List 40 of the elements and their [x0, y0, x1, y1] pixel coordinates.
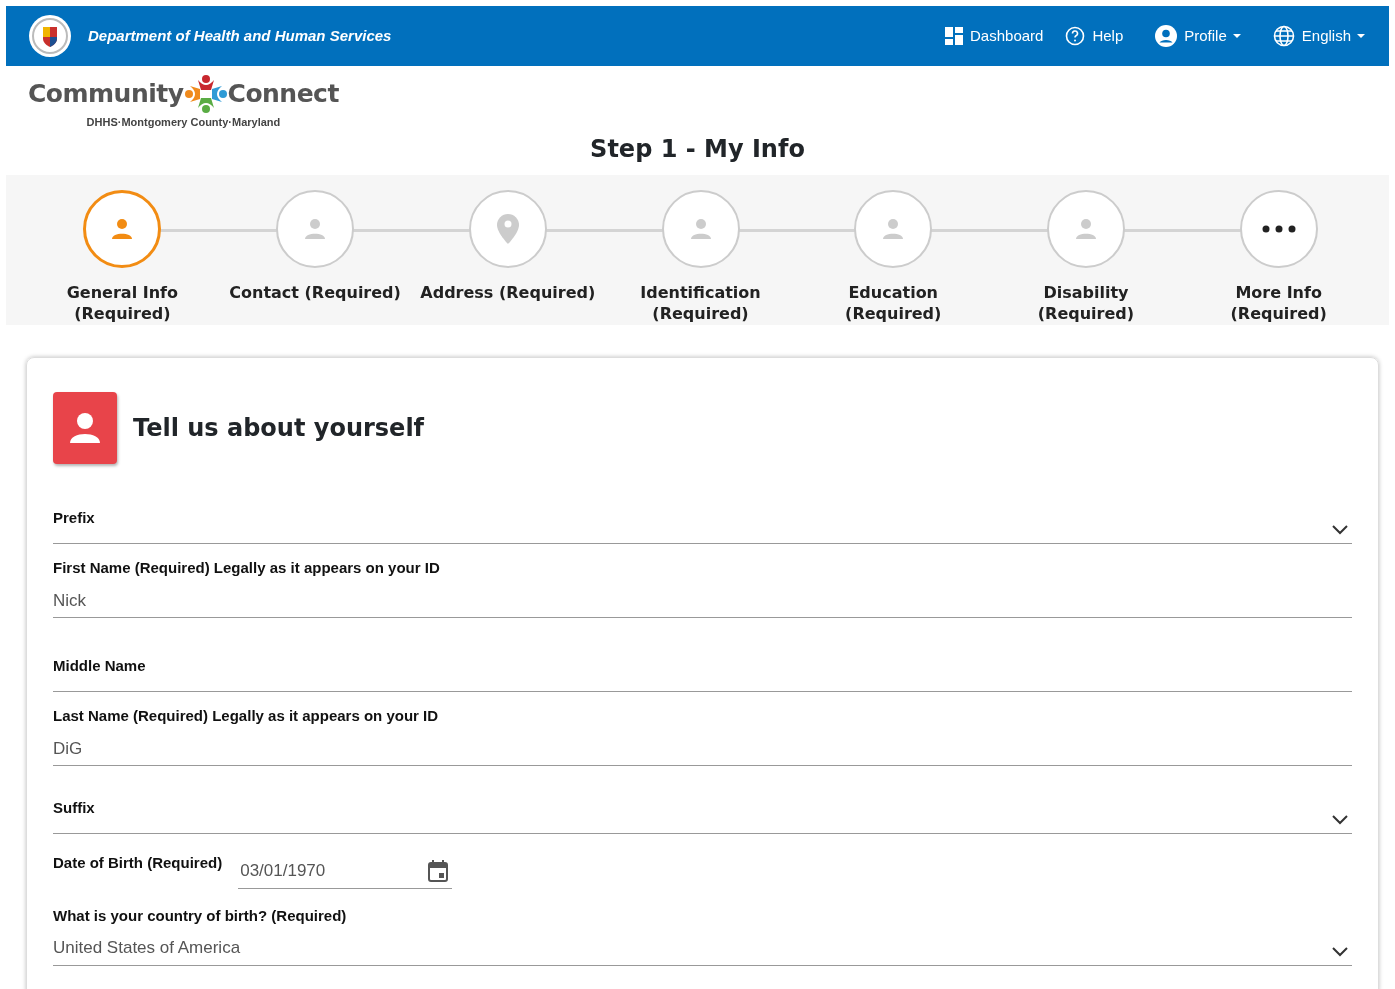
- caret-icon: [1232, 34, 1241, 38]
- input-field[interactable]: Middle Name: [53, 630, 1352, 693]
- chevron-down-icon: [1332, 815, 1348, 826]
- nav-link[interactable]: Dashboard: [945, 24, 1044, 48]
- seal-icon: [28, 14, 72, 58]
- step-label: Disability (Required): [1036, 282, 1136, 325]
- chevron-down-icon: [1332, 525, 1348, 536]
- select-field[interactable]: What is your country of birth? (Required) United States of America: [53, 904, 1352, 966]
- user-icon: [1155, 25, 1178, 47]
- brand-name: Connect: [227, 78, 339, 111]
- caret-icon: [1357, 34, 1365, 38]
- step-label: More Info (Required): [1229, 282, 1328, 325]
- calendar-icon: [428, 860, 449, 883]
- header-title: Department of Health and Human Services: [88, 25, 392, 46]
- select-field[interactable]: Prefix: [53, 488, 1352, 545]
- form-title: Tell us about yourself: [133, 413, 425, 445]
- help-icon: [1065, 26, 1086, 46]
- people-logo-icon: [183, 74, 228, 114]
- step-label: Contact (Required): [229, 282, 401, 304]
- step-label: Identification (Required): [639, 282, 762, 325]
- input-field[interactable]: First Name (Required) Legally as it appears on your ID Nick: [53, 556, 1352, 619]
- globe-icon: [1272, 25, 1295, 47]
- more-icon: [1261, 225, 1296, 234]
- step-label: Address (Required): [420, 282, 596, 304]
- nav-link[interactable]: Profile: [1155, 24, 1241, 48]
- step-label: General Info (Required): [65, 282, 179, 325]
- page-title: Step 1 - My Info: [589, 134, 806, 164]
- brand-tagline: DHHS·Montgomery County·Maryland: [86, 115, 281, 130]
- dashboard-icon: [945, 27, 963, 45]
- nav-link[interactable]: Help: [1065, 24, 1124, 48]
- chevron-down-icon: [1332, 946, 1348, 957]
- input-field[interactable]: Last Name (Required) Legally as it appears on your ID DiG: [53, 704, 1352, 767]
- nav-link[interactable]: English: [1272, 24, 1365, 48]
- brand-name: Community: [28, 78, 184, 111]
- avatar-icon: [53, 392, 117, 465]
- step-label: Education (Required): [844, 282, 943, 325]
- map-pin-icon: [495, 213, 520, 246]
- date-field[interactable]: 03/01/1970: [238, 852, 453, 889]
- field-label: Date of Birth (Required): [53, 853, 223, 874]
- select-field[interactable]: Suffix: [53, 778, 1352, 835]
